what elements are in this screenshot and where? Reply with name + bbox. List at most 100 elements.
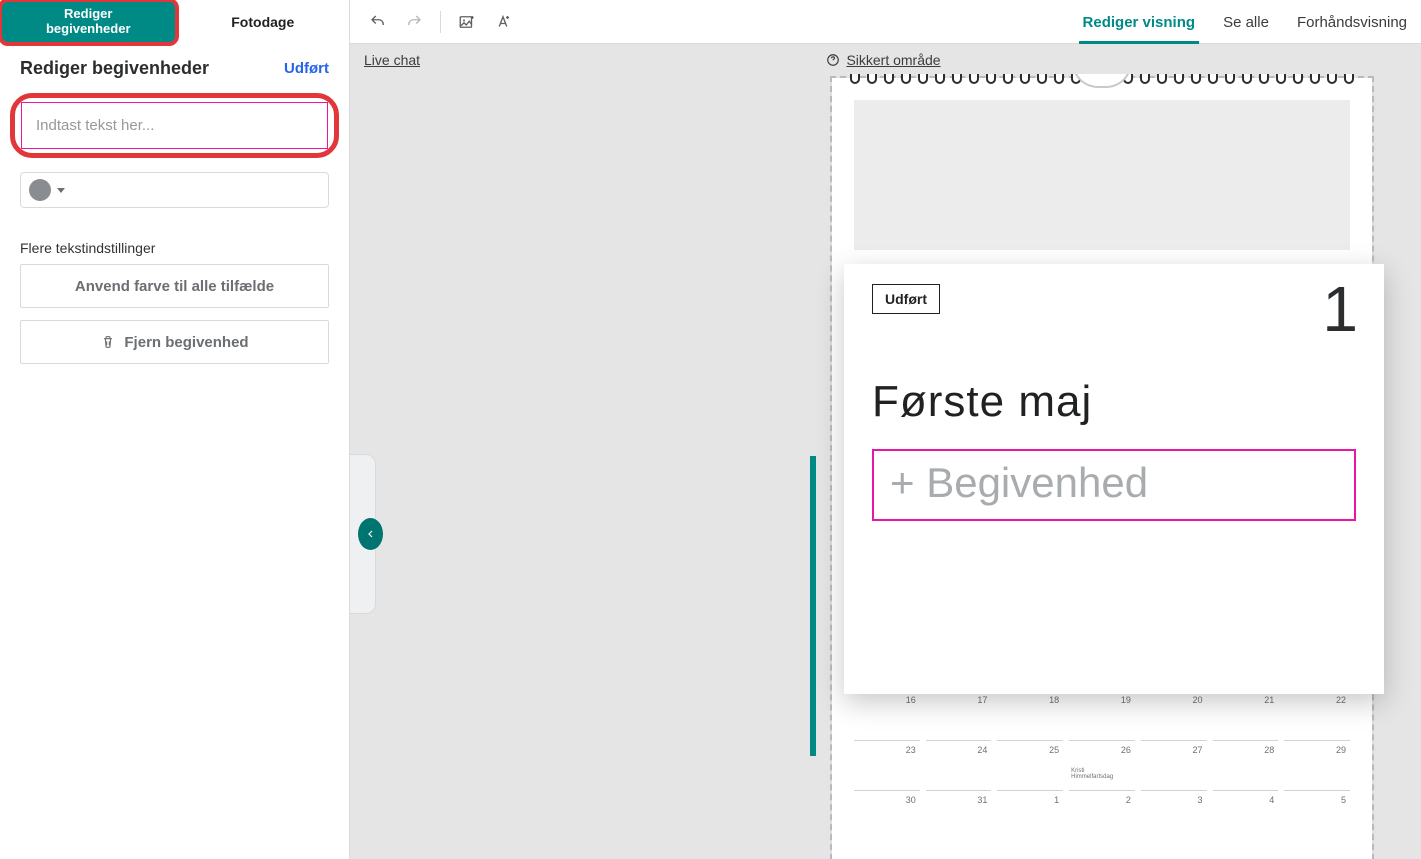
canvas[interactable]: 1617181920212223242526Kristi Himmelfarts… bbox=[350, 74, 1421, 859]
sidebar-collapse-handle[interactable] bbox=[350, 454, 376, 614]
panel-done-link[interactable]: Udført bbox=[284, 60, 329, 77]
event-card-add-field[interactable]: + Begivenhed bbox=[872, 449, 1356, 521]
day-cell[interactable]: 1 bbox=[997, 790, 1063, 834]
day-number: 24 bbox=[977, 745, 987, 755]
color-picker[interactable] bbox=[20, 172, 329, 208]
tab-preview-label: Forhåndsvisning bbox=[1297, 14, 1407, 31]
event-card-daynum: 1 bbox=[1322, 284, 1356, 335]
day-cell[interactable]: 16 bbox=[854, 690, 920, 734]
event-input-highlight bbox=[10, 93, 339, 158]
day-number: 19 bbox=[1121, 695, 1131, 705]
day-number: 29 bbox=[1336, 745, 1346, 755]
event-card: Udført 1 Første maj + Begivenhed bbox=[844, 264, 1384, 694]
day-cell[interactable]: 22 bbox=[1284, 690, 1350, 734]
insert-text-button[interactable] bbox=[487, 6, 519, 38]
day-number: 17 bbox=[977, 695, 987, 705]
tab-edit-events[interactable]: Rediger begivenheder bbox=[0, 0, 179, 46]
day-number: 22 bbox=[1336, 695, 1346, 705]
safe-area-label: Sikkert område bbox=[846, 52, 940, 68]
event-card-title: Første maj bbox=[872, 377, 1356, 427]
insert-image-button[interactable] bbox=[451, 6, 483, 38]
day-number: 5 bbox=[1341, 795, 1346, 805]
tab-edit-view[interactable]: Rediger visning bbox=[1081, 4, 1198, 43]
text-plus-icon bbox=[494, 13, 512, 31]
day-cell[interactable]: 3 bbox=[1141, 790, 1207, 834]
day-number: 27 bbox=[1193, 745, 1203, 755]
help-circle-icon bbox=[826, 53, 840, 67]
day-number: 21 bbox=[1264, 695, 1274, 705]
day-number: 2 bbox=[1126, 795, 1131, 805]
tab-see-all-label: Se alle bbox=[1223, 14, 1269, 31]
panel-header: Rediger begivenheder Udført bbox=[0, 44, 349, 85]
day-number: 4 bbox=[1269, 795, 1274, 805]
day-cell[interactable]: 19 bbox=[1069, 690, 1135, 734]
day-number: 30 bbox=[906, 795, 916, 805]
topbar-right-tabs: Rediger visning Se alle Forhåndsvisning bbox=[1081, 0, 1409, 43]
day-number: 20 bbox=[1193, 695, 1203, 705]
tab-photo-days[interactable]: Fotodage bbox=[177, 0, 350, 44]
day-number: 28 bbox=[1264, 745, 1274, 755]
day-number: 31 bbox=[977, 795, 987, 805]
calendar-grid: 1617181920212223242526Kristi Himmelfarts… bbox=[854, 690, 1350, 834]
remove-event-button[interactable]: Fjern begivenhed bbox=[20, 320, 329, 364]
day-cell[interactable]: 27 bbox=[1141, 740, 1207, 784]
day-cell[interactable]: 25 bbox=[997, 740, 1063, 784]
trash-icon bbox=[100, 334, 116, 350]
apply-color-all-button[interactable]: Anvend farve til alle tilfælde bbox=[20, 264, 329, 308]
chevron-left-icon bbox=[365, 528, 377, 540]
event-card-add-label: + Begivenhed bbox=[890, 459, 1148, 506]
day-cell[interactable]: 31 bbox=[926, 790, 992, 834]
day-cell[interactable]: 20 bbox=[1141, 690, 1207, 734]
day-cell[interactable]: 5 bbox=[1284, 790, 1350, 834]
day-number: 16 bbox=[906, 695, 916, 705]
image-plus-icon bbox=[458, 13, 476, 31]
day-cell[interactable]: 17 bbox=[926, 690, 992, 734]
more-text-settings-label: Flere tekstindstillinger bbox=[20, 240, 329, 256]
tab-preview[interactable]: Forhåndsvisning bbox=[1295, 4, 1409, 43]
sidebar-tabs: Rediger begivenheder Fotodage bbox=[0, 0, 349, 44]
live-chat-link[interactable]: Live chat bbox=[364, 52, 420, 68]
tab-edit-view-label: Rediger visning bbox=[1083, 14, 1196, 31]
day-cell[interactable]: 2 bbox=[1069, 790, 1135, 834]
day-cell[interactable]: 21 bbox=[1213, 690, 1279, 734]
redo-icon bbox=[405, 13, 423, 31]
day-cell[interactable]: 23 bbox=[854, 740, 920, 784]
separator bbox=[440, 11, 441, 33]
tab-see-all[interactable]: Se alle bbox=[1221, 4, 1271, 43]
color-swatch bbox=[29, 179, 51, 201]
remove-event-label: Fjern begivenhed bbox=[124, 334, 248, 351]
sidebar: Rediger begivenheder Fotodage Rediger be… bbox=[0, 0, 350, 859]
undo-button[interactable] bbox=[362, 6, 394, 38]
panel-title: Rediger begivenheder bbox=[20, 58, 209, 79]
topbar-left bbox=[362, 6, 519, 38]
safe-area-link[interactable]: Sikkert område bbox=[826, 52, 940, 68]
day-cell[interactable]: 4 bbox=[1213, 790, 1279, 834]
event-card-done-button[interactable]: Udført bbox=[872, 284, 940, 314]
apply-color-all-label: Anvend farve til alle tilfælde bbox=[75, 278, 274, 295]
day-number: 25 bbox=[1049, 745, 1059, 755]
redo-button[interactable] bbox=[398, 6, 430, 38]
event-text-input[interactable] bbox=[21, 102, 328, 149]
day-cell[interactable]: 30 bbox=[854, 790, 920, 834]
main: Rediger visning Se alle Forhåndsvisning … bbox=[350, 0, 1421, 859]
day-cell[interactable]: 26 Kristi Himmelfartsdag bbox=[1069, 740, 1135, 784]
collapse-button[interactable] bbox=[358, 518, 383, 550]
event-card-header: Udført 1 bbox=[872, 284, 1356, 335]
tab-edit-events-label: Rediger begivenheder bbox=[46, 7, 131, 37]
day-note: Kristi Himmelfartsdag bbox=[1071, 768, 1113, 780]
day-number: 26 bbox=[1121, 745, 1131, 755]
day-number: 1 bbox=[1054, 795, 1059, 805]
day-number: 23 bbox=[906, 745, 916, 755]
undo-icon bbox=[369, 13, 387, 31]
tab-photo-days-label: Fotodage bbox=[231, 14, 294, 30]
day-cell[interactable]: 28 bbox=[1213, 740, 1279, 784]
day-number: 18 bbox=[1049, 695, 1059, 705]
day-cell[interactable]: 29 bbox=[1284, 740, 1350, 784]
topbar: Rediger visning Se alle Forhåndsvisning bbox=[350, 0, 1421, 44]
chevron-down-icon bbox=[57, 188, 65, 193]
day-cell[interactable]: 24 bbox=[926, 740, 992, 784]
day-cell[interactable]: 18 bbox=[997, 690, 1063, 734]
day-number: 3 bbox=[1198, 795, 1203, 805]
infobar: Live chat Sikkert område bbox=[350, 44, 1421, 74]
photo-placeholder[interactable] bbox=[854, 100, 1350, 250]
